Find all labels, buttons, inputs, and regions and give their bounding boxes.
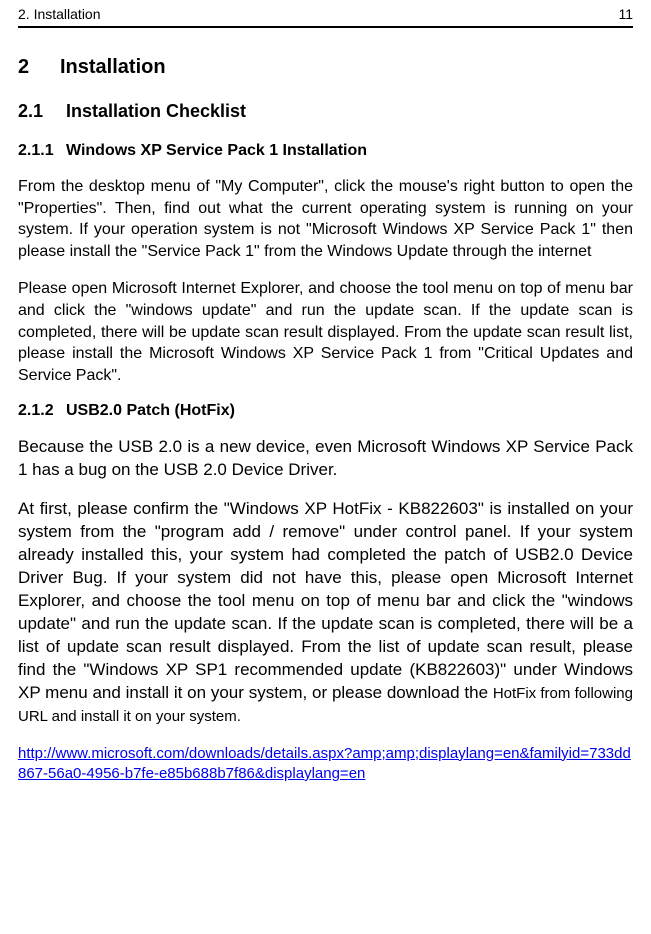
- body-text-small: HotFix from: [493, 685, 571, 702]
- body-paragraph: Because the USB 2.0 is a new device, eve…: [18, 436, 633, 482]
- chapter-title: Installation: [60, 56, 166, 78]
- section-title: Installation Checklist: [66, 101, 246, 121]
- header-rule: [18, 26, 633, 28]
- download-link[interactable]: http://www.microsoft.com/downloads/detai…: [18, 745, 631, 782]
- header-page-number: 11: [618, 6, 633, 22]
- section-heading: 2.1Installation Checklist: [18, 101, 633, 122]
- subsection-title: Windows XP Service Pack 1 Installation: [66, 142, 367, 159]
- subsection-number: 2.1.1: [18, 142, 66, 160]
- body-paragraph: At first, please confirm the "Windows XP…: [18, 498, 633, 727]
- running-header: 2. Installation 11: [18, 0, 633, 26]
- subsection-title: USB2.0 Patch (HotFix): [66, 402, 235, 419]
- header-left: 2. Installation: [18, 6, 101, 22]
- section-number: 2.1: [18, 101, 66, 122]
- subsection-heading: 2.1.2USB2.0 Patch (HotFix): [18, 402, 633, 420]
- subsection-heading: 2.1.1Windows XP Service Pack 1 Installat…: [18, 142, 633, 160]
- subsection-number: 2.1.2: [18, 402, 66, 420]
- body-paragraph: From the desktop menu of "My Computer", …: [18, 176, 633, 262]
- body-paragraph: Please open Microsoft Internet Explorer,…: [18, 278, 633, 386]
- chapter-number: 2: [18, 56, 60, 79]
- chapter-heading: 2Installation: [18, 56, 633, 79]
- body-text: At first, please confirm the "Windows XP…: [18, 499, 633, 702]
